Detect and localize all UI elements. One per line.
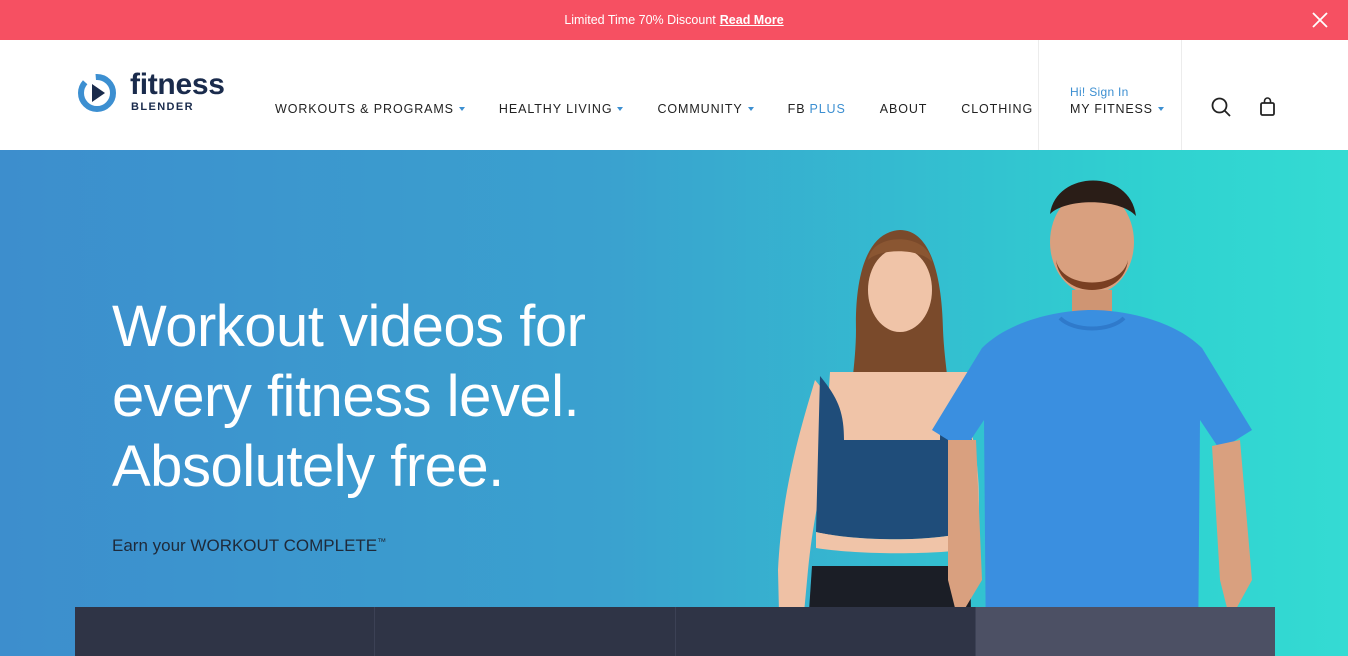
- nav-item-about[interactable]: ABOUT: [880, 102, 928, 116]
- nav-item-healthy-living[interactable]: HEALTHY LIVING: [499, 102, 624, 116]
- nav-plus-label: PLUS: [809, 102, 846, 116]
- promo-read-more-link[interactable]: Read More: [720, 13, 784, 27]
- close-icon[interactable]: [1310, 10, 1330, 30]
- nav-healthy-label: HEALTHY LIVING: [498, 102, 613, 116]
- chevron-down-icon: [747, 107, 754, 111]
- feature-tile-4[interactable]: [975, 607, 1275, 656]
- hero-trainers-image: [778, 180, 1252, 656]
- nav-community-label: COMMUNITY: [657, 102, 743, 116]
- hero-section: Workout videos for every fitness level. …: [0, 150, 1348, 656]
- hero-headline-line-3: Absolutely free.: [112, 434, 504, 499]
- my-fitness-label: MY FITNESS: [1070, 102, 1153, 116]
- nav-clothing-label: CLOTHING: [961, 102, 1034, 116]
- fitness-blender-logo[interactable]: fitness BLENDER: [74, 68, 234, 116]
- nav-item-clothing[interactable]: CLOTHING: [961, 102, 1033, 116]
- nav-fb-label: FB: [787, 102, 806, 116]
- logo-word-blender: BLENDER: [131, 101, 194, 113]
- feature-tile-1[interactable]: [75, 607, 376, 656]
- feature-tile-3[interactable]: [675, 607, 976, 656]
- search-icon[interactable]: [1210, 96, 1232, 118]
- promo-banner: Limited Time 70% Discount Read More: [0, 0, 1348, 40]
- hero-subtext-label: Earn your WORKOUT COMPLETE: [112, 536, 378, 555]
- nav-item-fb-plus[interactable]: FB PLUS: [788, 102, 846, 116]
- shopping-bag-icon[interactable]: [1257, 96, 1279, 118]
- chevron-down-icon: [617, 107, 624, 111]
- logo-word-fitness: fitness: [130, 68, 225, 101]
- nav-workouts-label: WORKOUTS & PROGRAMS: [275, 102, 454, 116]
- chevron-down-icon: [1157, 107, 1164, 111]
- nav-item-workouts[interactable]: WORKOUTS & PROGRAMS: [275, 102, 465, 116]
- trademark-mark: ™: [377, 536, 387, 547]
- site-header: fitness BLENDER WORKOUTS & PROGRAMS HEAL…: [0, 40, 1348, 150]
- main-nav: WORKOUTS & PROGRAMS HEALTHY LIVING COMMU…: [275, 102, 1067, 116]
- nav-about-label: ABOUT: [879, 102, 928, 116]
- sign-in-link[interactable]: Hi! Sign In: [1070, 85, 1129, 99]
- promo-text: Limited Time 70% Discount: [564, 13, 716, 27]
- account-menu[interactable]: Hi! Sign In MY FITNESS: [1038, 40, 1182, 150]
- feature-tile-2[interactable]: [375, 607, 676, 656]
- my-fitness-dropdown[interactable]: MY FITNESS: [1070, 102, 1164, 116]
- chevron-down-icon: [458, 107, 465, 111]
- nav-item-community[interactable]: COMMUNITY: [657, 102, 754, 116]
- logo-play-icon: [78, 74, 116, 112]
- feature-tiles: [75, 607, 1275, 656]
- hero-headline-line-1: Workout videos for: [112, 294, 586, 359]
- hero-headline-line-2: every fitness level.: [112, 364, 580, 429]
- hero-headline: Workout videos for every fitness level. …: [112, 292, 672, 502]
- hero-subtext: Earn your WORKOUT COMPLETE™: [112, 536, 386, 556]
